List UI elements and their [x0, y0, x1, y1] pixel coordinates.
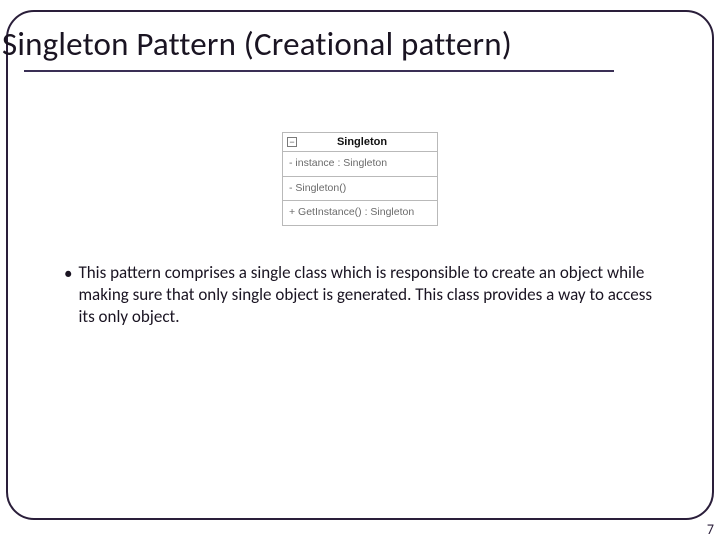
title-underline	[24, 70, 614, 72]
bullet-item: • This pattern comprises a single class …	[64, 262, 664, 327]
collapse-icon: −	[287, 137, 297, 147]
uml-class-name: Singleton	[301, 136, 433, 148]
uml-header: − Singleton	[283, 133, 437, 152]
bullet-dot-icon: •	[64, 262, 72, 327]
uml-attributes: - instance : Singleton	[283, 152, 437, 177]
bullet-text: This pattern comprises a single class wh…	[78, 262, 664, 327]
uml-class-diagram: − Singleton - instance : Singleton - Sin…	[282, 132, 438, 226]
uml-method: + GetInstance() : Singleton	[283, 201, 437, 225]
slide: Singleton Pattern (Creational pattern) −…	[0, 0, 720, 540]
uml-constructor: - Singleton()	[283, 177, 437, 202]
page-number: 7	[707, 521, 714, 538]
slide-title: Singleton Pattern (Creational pattern)	[2, 24, 512, 64]
body-text: • This pattern comprises a single class …	[64, 262, 664, 327]
